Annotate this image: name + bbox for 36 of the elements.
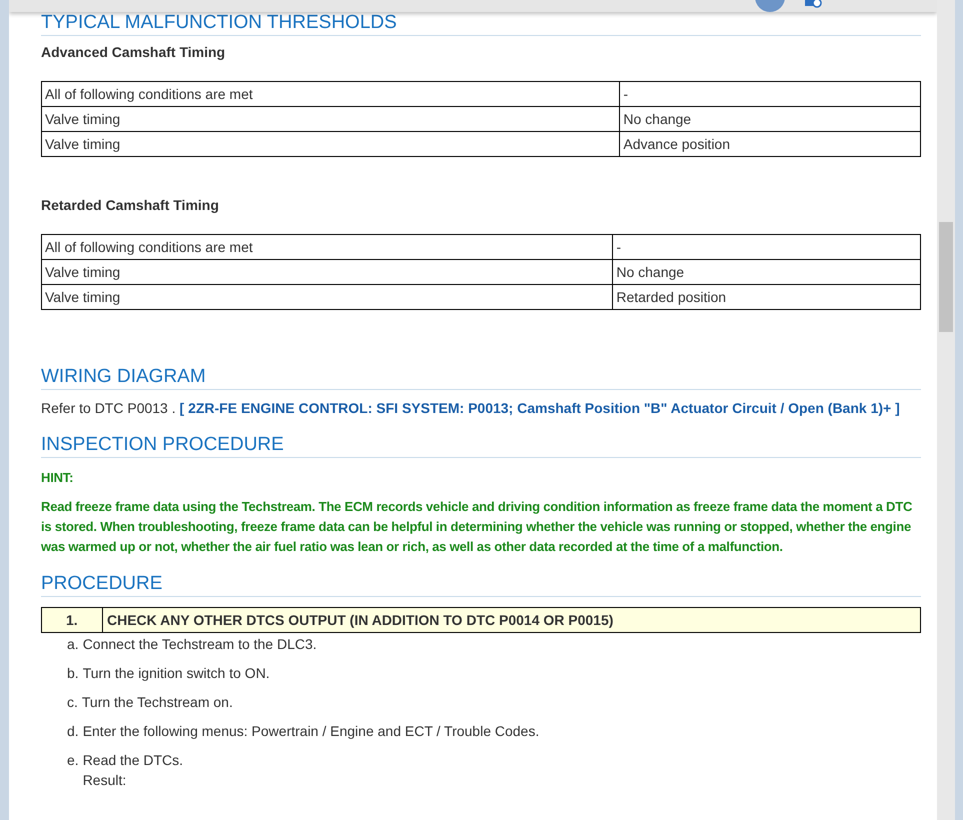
section-heading: WIRING DIAGRAM: [41, 366, 921, 390]
result-label: Result:: [82, 771, 128, 790]
table-cell: -: [620, 82, 920, 106]
step-instruction: Turn the ignition switch to ON.: [82, 664, 270, 683]
reference-text: Refer to DTC P0013 .: [41, 400, 176, 416]
step-instruction: Read the DTCs.: [82, 751, 184, 770]
step-number: 1.: [42, 608, 102, 632]
section-heading: PROCEDURE: [41, 573, 921, 597]
section-heading: INSPECTION PROCEDURE: [41, 434, 921, 458]
item-letter: d.: [67, 722, 79, 741]
item-letter: b.: [67, 664, 79, 683]
table-title: Retarded Camshaft Timing: [41, 196, 220, 215]
table-cell: Valve timing: [42, 260, 613, 284]
step-instruction: Connect the Techstream to the DLC3.: [82, 635, 317, 654]
scrollbar-thumb[interactable]: [939, 222, 953, 332]
table-cell: All of following conditions are met: [42, 234, 613, 260]
table-cell: Valve timing: [42, 106, 620, 132]
step-instruction: Turn the Techstream on.: [82, 693, 233, 712]
table-cell: Advance position: [620, 132, 920, 156]
step-title: CHECK ANY OTHER DTCS OUTPUT (IN ADDITION TO DTC P0014 OR P0015): [102, 608, 920, 632]
step-instruction: Enter the following menus: Powertrain / Engine and ECT / Trouble Codes.: [82, 722, 540, 741]
hint-text: Read freeze frame data using the Techstream. The ECM records vehicle and driving condition information as freeze frame data the moment a DTC is stored. When troubleshooting, freeze frame data can be helpful in determining whether the vehicle was running or stopped, whether the engine was warmed up or not, whether the air fuel ratio was lean or rich, as well as other data recorded at the time of a malfunction.: [41, 498, 914, 556]
scrollbar[interactable]: [937, 0, 955, 820]
item-letter: a.: [67, 635, 79, 654]
table-cell: Valve timing: [42, 284, 613, 310]
table-title: Advanced Camshaft Timing: [41, 43, 226, 62]
table-cell: All of following conditions are met: [42, 82, 620, 106]
item-letter: e.: [67, 751, 79, 770]
table-cell: Retarded position: [612, 284, 920, 310]
hint-label: HINT:: [41, 469, 74, 487]
item-letter: c.: [67, 693, 78, 712]
table-cell: Valve timing: [42, 132, 620, 156]
table-cell: No change: [612, 260, 920, 284]
document-link[interactable]: [ 2ZR-FE ENGINE CONTROL: SFI SYSTEM: P0013; Camshaft Position "B" Actuator Circuit / Open (Bank 1)+ ]: [180, 400, 900, 416]
table-cell: No change: [620, 106, 920, 132]
table-cell: -: [612, 234, 920, 260]
